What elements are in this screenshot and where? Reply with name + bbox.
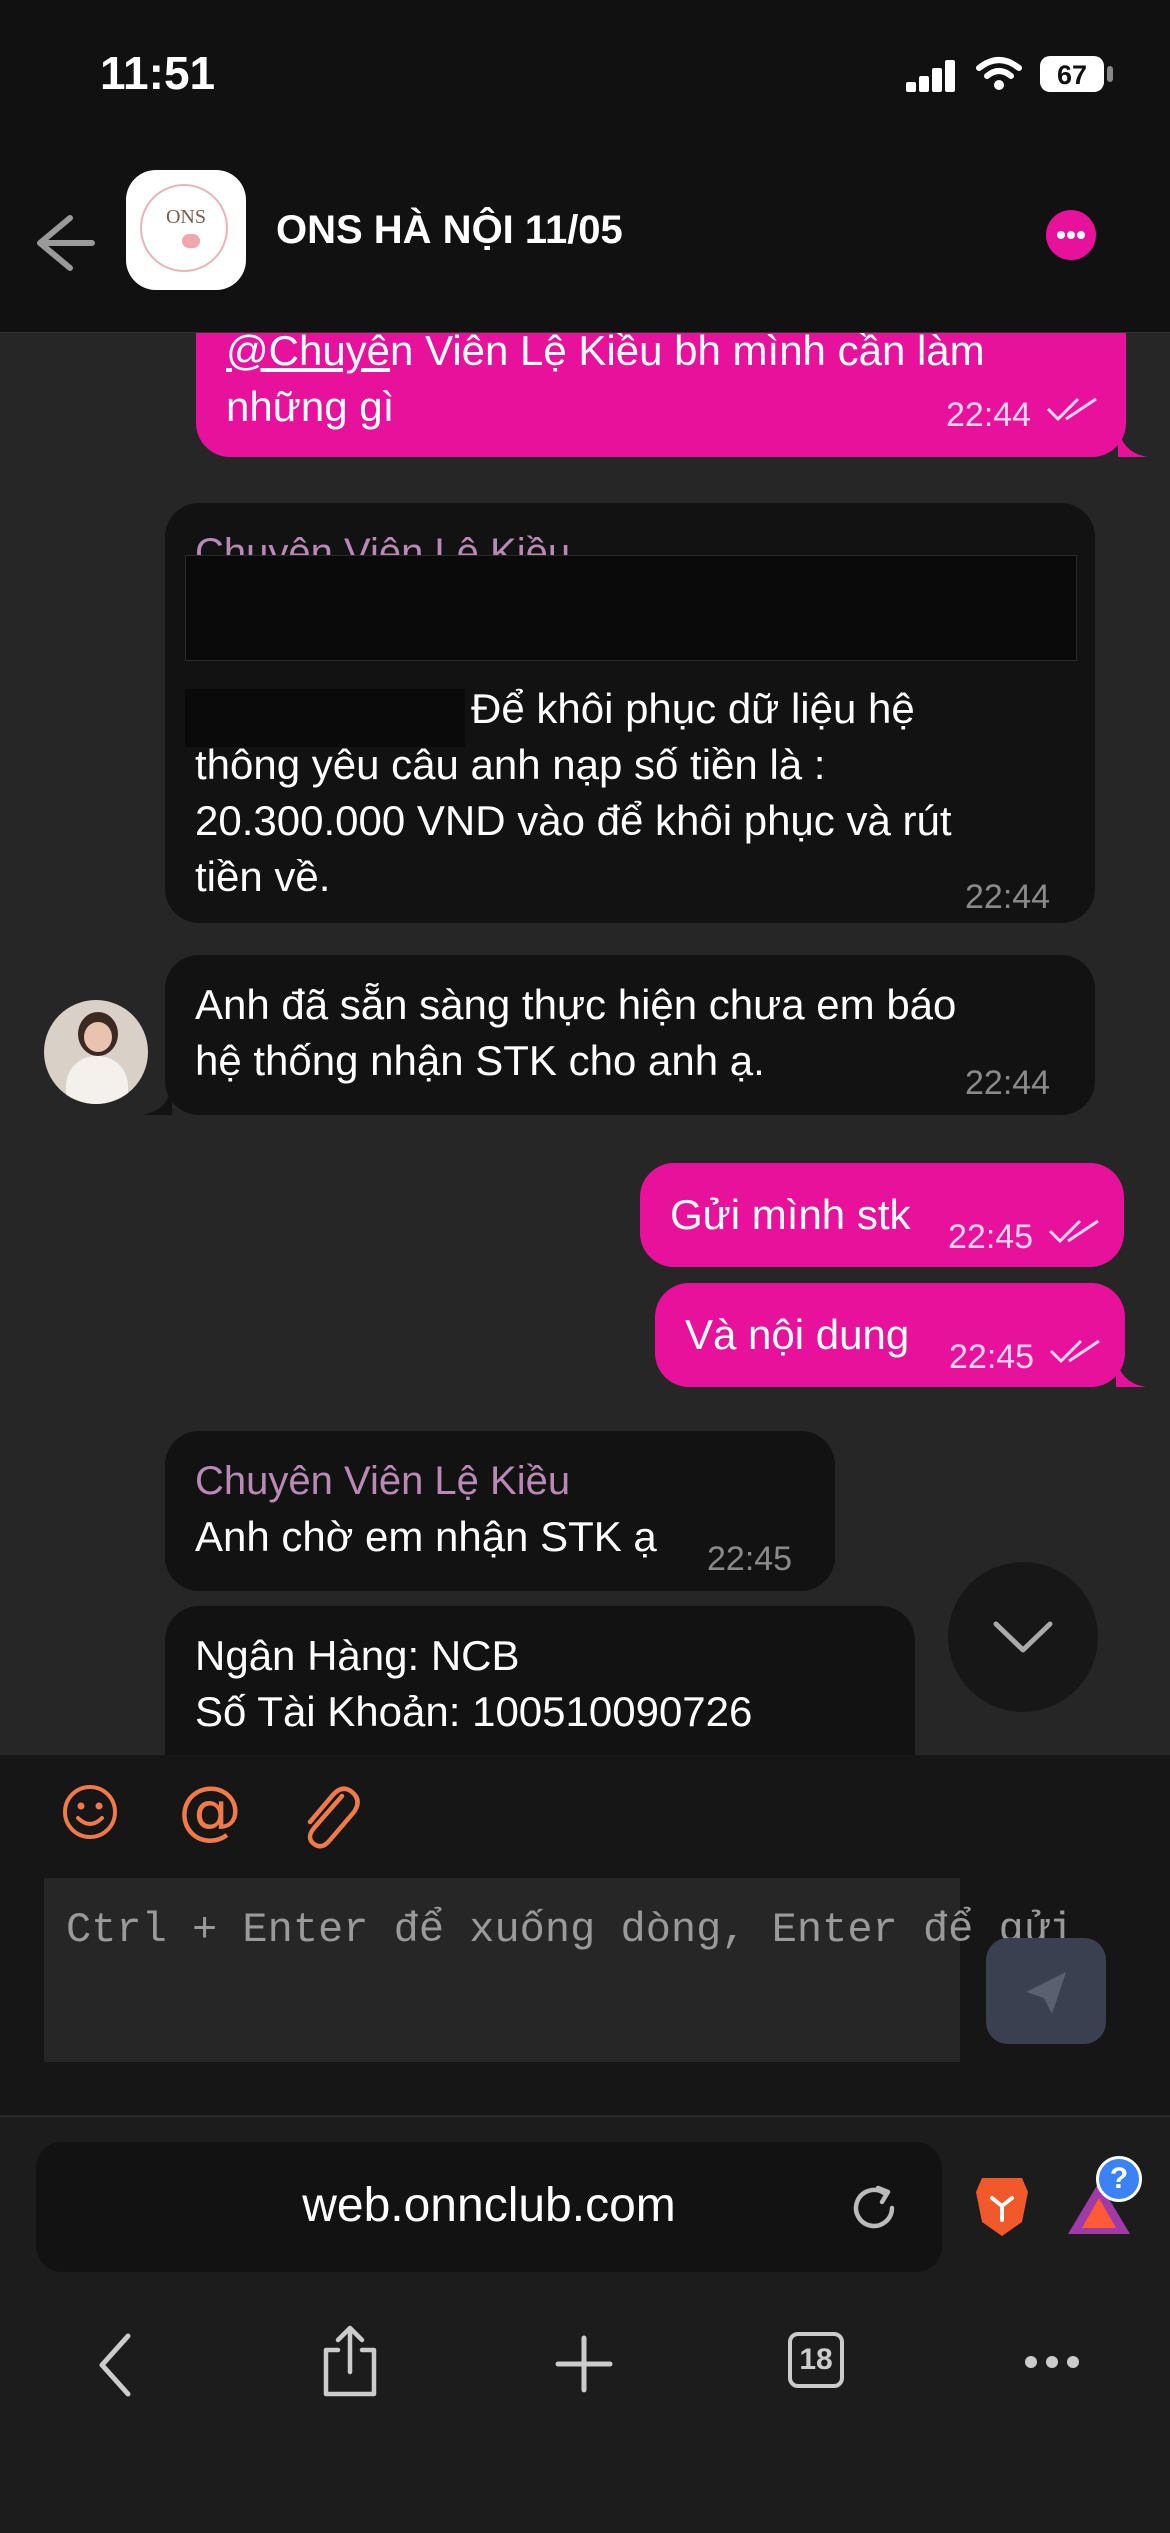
- share-icon[interactable]: [320, 2322, 380, 2400]
- tabs-count: 18: [799, 2343, 833, 2376]
- input-placeholder: Ctrl + Enter để xuống dòng, Enter để gửi: [66, 1906, 1075, 1954]
- redacted-region: [185, 555, 1077, 661]
- message-time: 22:44: [965, 1064, 1051, 1102]
- message-text: Ngân Hàng: NCB: [195, 1632, 520, 1679]
- message-time: 22:45: [949, 1338, 1035, 1376]
- message-text: 20.300.000 VND vào để khôi phục và rút: [195, 797, 952, 844]
- emoji-icon[interactable]: [60, 1782, 120, 1842]
- group-avatar[interactable]: ONS: [126, 170, 246, 290]
- incoming-message[interactable]: Chuyên Viên Lệ Kiều Anh chờ em nhận STK …: [165, 1431, 835, 1591]
- new-tab-icon[interactable]: [554, 2334, 614, 2394]
- url-text[interactable]: web.onnclub.com: [36, 2178, 942, 2233]
- outgoing-message[interactable]: Và nội dung 22:45: [655, 1283, 1125, 1387]
- paperclip-icon[interactable]: [296, 1778, 362, 1850]
- mention-icon[interactable]: @: [178, 1774, 242, 1848]
- chat-title[interactable]: ONS HÀ NỘI 11/05: [276, 208, 623, 253]
- sender-name: Chuyên Viên Lệ Kiều: [195, 1459, 571, 1503]
- message-time: 22:45: [707, 1540, 793, 1578]
- message-time: 22:44: [946, 396, 1032, 434]
- message-time: 22:45: [948, 1218, 1034, 1256]
- bubble-tail: [1118, 427, 1148, 457]
- incoming-message[interactable]: Anh đã sẵn sàng thực hiện chưa em báo hệ…: [165, 955, 1095, 1115]
- message-text: n Viên Lệ Kiều bh mình cần làm: [390, 333, 985, 374]
- chat-header: ONS ONS HÀ NỘI 11/05: [0, 150, 1170, 333]
- message-text: thông yêu câu anh nạp số tiền là :: [195, 741, 826, 788]
- browser-back-icon[interactable]: [96, 2330, 136, 2400]
- chevron-down-icon: [993, 1621, 1053, 1653]
- message-text: tiền về.: [195, 853, 331, 900]
- menu-ellipsis-icon[interactable]: [1022, 2350, 1082, 2374]
- battery-icon: 67: [1040, 56, 1104, 92]
- send-icon: [1026, 1972, 1066, 2014]
- message-time: 22:44: [965, 878, 1051, 916]
- tabs-button[interactable]: 18: [788, 2332, 844, 2388]
- status-time: 11:51: [100, 47, 216, 99]
- reload-icon[interactable]: [846, 2180, 902, 2236]
- read-receipt-icon: [1048, 1219, 1099, 1244]
- brave-shield-icon[interactable]: [972, 2172, 1032, 2240]
- home-indicator-area: [0, 2500, 1170, 2532]
- message-text: Để khôi phục dữ liệu hệ: [471, 685, 915, 732]
- bubble-tail: [1116, 1357, 1146, 1387]
- send-button[interactable]: [986, 1938, 1106, 2044]
- badge-text: ?: [1109, 2162, 1129, 2195]
- message-text: hệ thống nhận STK cho anh ạ.: [195, 1037, 765, 1084]
- wifi-icon: [976, 57, 1022, 90]
- incoming-message[interactable]: Chuyên Viên Lệ Kiều Để khôi phục dữ liệu…: [165, 503, 1095, 923]
- status-bar: 11:51 67: [0, 0, 1170, 150]
- outgoing-message[interactable]: @Chuyên Viên Lệ Kiều bh mình cần làm nhữ…: [196, 333, 1126, 457]
- read-receipt-icon: [1049, 1339, 1100, 1364]
- scroll-to-bottom-button[interactable]: [948, 1562, 1098, 1712]
- message-list[interactable]: @Chuyên Viên Lệ Kiều bh mình cần làm nhữ…: [0, 333, 1170, 1755]
- back-arrow-icon[interactable]: [30, 208, 100, 278]
- mention-link[interactable]: @Chuyê: [226, 333, 390, 374]
- incoming-message[interactable]: Ngân Hàng: NCB Số Tài Khoản: 10051009072…: [165, 1606, 915, 1755]
- more-options-button[interactable]: [1046, 210, 1096, 260]
- message-text: Số Tài Khoản: 100510090726: [195, 1688, 753, 1735]
- sender-avatar[interactable]: [44, 1000, 148, 1104]
- read-receipt-icon: [1046, 397, 1097, 422]
- bubble-tail: [142, 1085, 172, 1115]
- avatar-logo-text: ONS: [165, 206, 206, 228]
- outgoing-message[interactable]: Gửi mình stk 22:45: [640, 1163, 1124, 1267]
- message-text: Anh đã sẵn sàng thực hiện chưa em báo: [195, 981, 957, 1028]
- notification-badge: ?: [1096, 2156, 1142, 2202]
- ellipsis-icon: [1057, 231, 1085, 239]
- battery-level: 67: [1056, 60, 1088, 90]
- signal-icon: [906, 60, 955, 92]
